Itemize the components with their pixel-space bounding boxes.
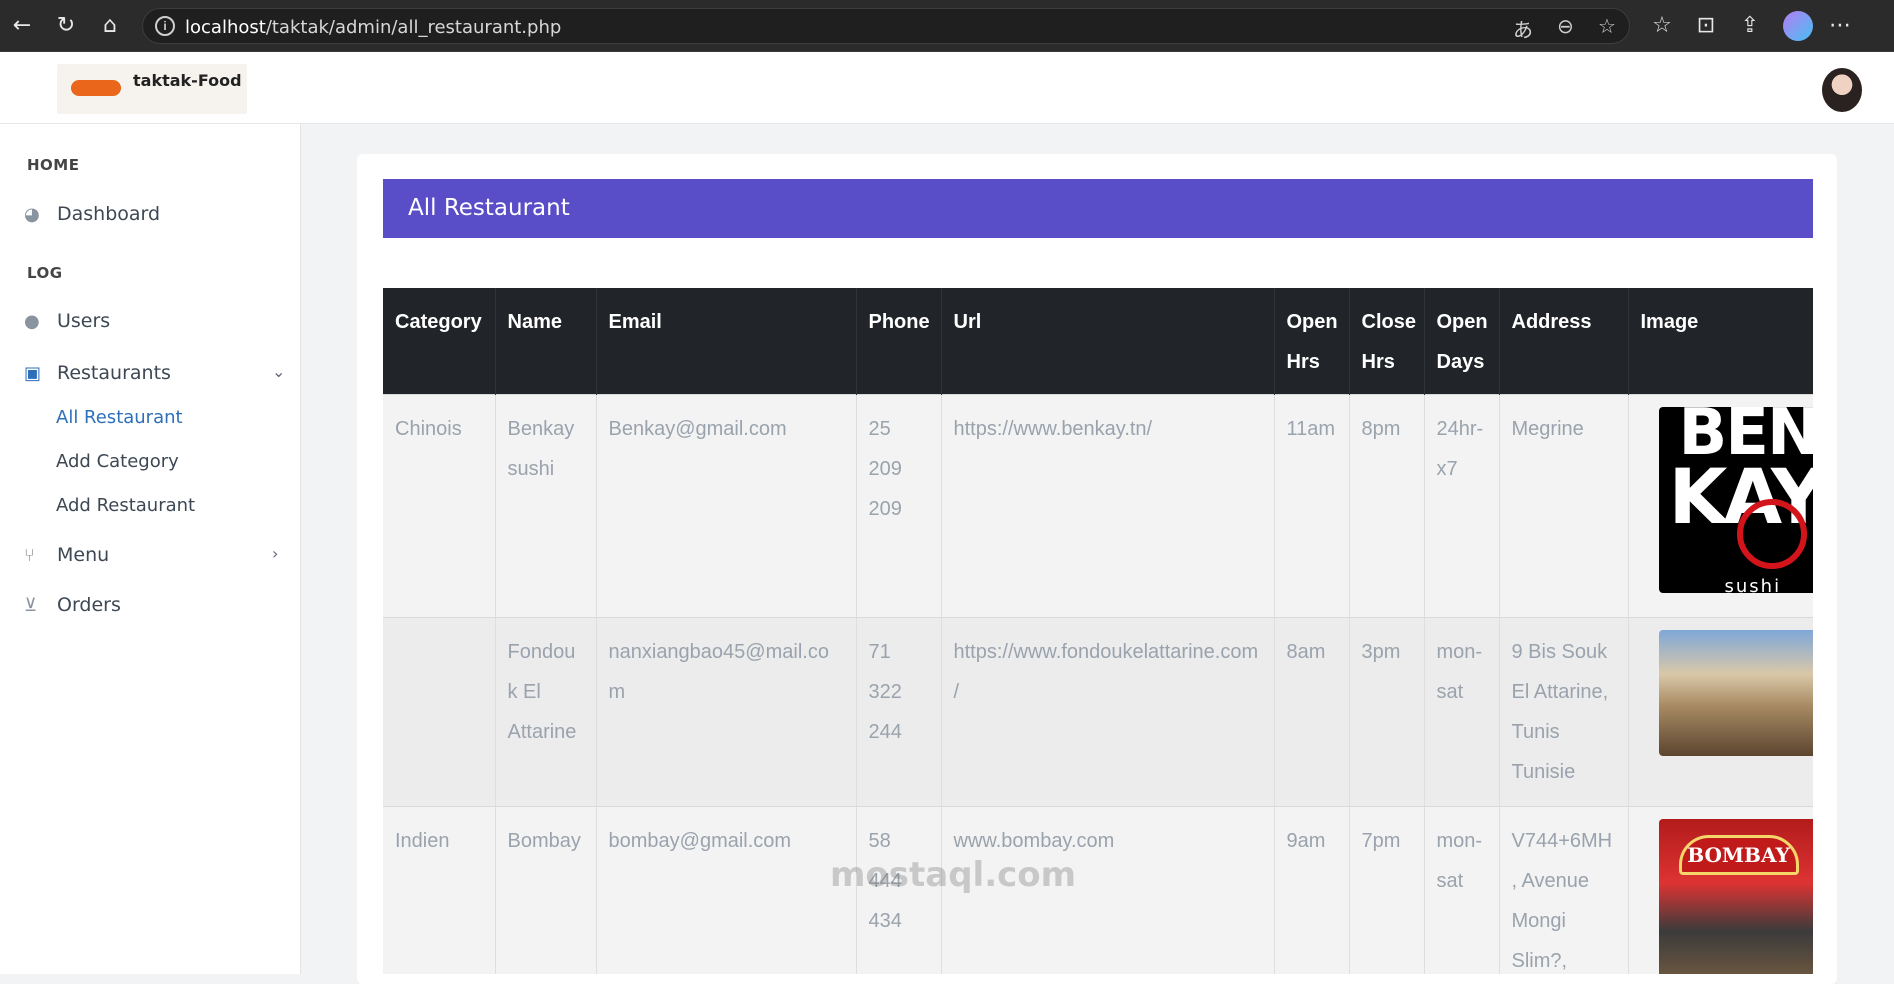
sidebar-item-label: Restaurants (57, 362, 171, 384)
archive-icon: ▣ (24, 363, 42, 384)
table-row[interactable]: Fondouk El Attarine nanxiangbao45@mail.c… (383, 617, 1813, 807)
column-header: Address (1499, 288, 1629, 395)
screenshot-icon[interactable]: ⊡ (1692, 12, 1720, 40)
column-header: Phone (856, 288, 942, 395)
share-icon[interactable]: ⇪ (1736, 12, 1764, 40)
logo-text-sushi: sushi (1724, 576, 1782, 593)
sidebar-item-orders[interactable]: ⊻ Orders (0, 585, 300, 625)
table-row[interactable]: Chinois Benkay sushi Benkay@gmail.com 25… (383, 394, 1814, 618)
sidebar-item-label: Orders (57, 594, 121, 616)
sidebar-item-users[interactable]: ● Users (0, 301, 300, 341)
cell-name: Fondouk El Attarine (495, 617, 597, 807)
sidebar-subitem-add-category[interactable]: Add Category (56, 451, 179, 472)
cell-close-hrs: 8pm (1349, 394, 1425, 618)
cell-address: 9 Bis Souk El Attarine, Tunis Tunisie (1499, 617, 1629, 807)
utensils-icon: ⑂ (24, 545, 35, 566)
refresh-icon[interactable]: ↻ (52, 12, 80, 40)
cell-open-hrs: 11am (1274, 394, 1350, 618)
chevron-right-icon[interactable]: › (272, 544, 278, 563)
cell-url: https://www.benkay.tn/ (941, 394, 1275, 618)
cell-category (383, 617, 496, 807)
logo-text-bombay: BOMBAY (1678, 835, 1799, 875)
column-header: Url (941, 288, 1275, 395)
cell-phone: 71 322 244 (856, 617, 942, 807)
column-header: Name (495, 288, 597, 395)
restaurant-image-fondouk (1658, 630, 1813, 756)
user-avatar[interactable] (1822, 68, 1862, 112)
cell-address: Megrine (1499, 394, 1629, 618)
cell-email: bombay@gmail.com (596, 806, 857, 974)
address-bar[interactable]: i localhost/taktak/admin/all_restaurant.… (142, 8, 1630, 44)
translate-icon[interactable]: あ (1513, 14, 1533, 43)
sidebar-item-restaurants[interactable]: ▣ Restaurants ⌄ (0, 353, 300, 393)
column-header: Close Hrs (1349, 288, 1425, 395)
url-text[interactable]: localhost/taktak/admin/all_restaurant.ph… (185, 17, 561, 38)
logo-text: taktak-Food (133, 71, 242, 90)
sidebar-item-label: Menu (57, 544, 110, 566)
cell-close-hrs: 3pm (1349, 617, 1425, 807)
restaurant-table-wrapper[interactable]: Category Name Email Phone Url Open Hrs C… (383, 288, 1813, 974)
cell-image (1628, 617, 1813, 807)
cell-open-days: mon-sat (1424, 806, 1500, 974)
cell-address: V744+6MH, Avenue Mongi Slim?, (1499, 806, 1629, 974)
table-header-row: Category Name Email Phone Url Open Hrs C… (383, 288, 1813, 395)
column-header: Open Days (1424, 288, 1500, 395)
cell-name: Benkay sushi (495, 394, 597, 618)
sidebar: HOME ◕ Dashboard LOG ● Users ▣ Restauran… (0, 124, 301, 974)
section-label-home: HOME (27, 156, 80, 174)
brand-logo[interactable]: taktak-Food (57, 64, 247, 114)
favorites-icon[interactable]: ☆ (1648, 12, 1676, 40)
sidebar-item-label: Users (57, 310, 111, 332)
cell-category: Chinois (383, 394, 496, 618)
cell-image: BOMBAY (1628, 806, 1813, 974)
logo-ring-icon (1736, 499, 1807, 569)
cell-name: Bombay (495, 806, 597, 974)
card-title: All Restaurant (383, 179, 1813, 238)
logo-mark-icon (71, 80, 121, 96)
cart-icon: ⊻ (24, 595, 38, 616)
section-label-log: LOG (27, 264, 63, 282)
logo-text-ben: BEN (1678, 407, 1814, 470)
cell-email: Benkay@gmail.com (596, 394, 857, 618)
info-icon[interactable]: i (155, 16, 175, 36)
cell-close-hrs: 7pm (1349, 806, 1425, 974)
column-header: Image (1628, 288, 1813, 395)
user-icon: ● (24, 311, 40, 332)
column-header: Open Hrs (1274, 288, 1350, 395)
more-tools-icon[interactable]: ⊖ (1557, 14, 1574, 38)
watermark: mostaql.com (830, 855, 1077, 895)
sidebar-subitem-add-restaurant[interactable]: Add Restaurant (56, 495, 195, 516)
cell-open-hrs: 8am (1274, 617, 1350, 807)
sidebar-item-label: Dashboard (57, 203, 161, 225)
browser-toolbar: ← ↻ ⌂ i localhost/taktak/admin/all_resta… (0, 0, 1894, 52)
cell-open-hrs: 9am (1274, 806, 1350, 974)
cell-category: Indien (383, 806, 496, 974)
sidebar-subitem-all-restaurant[interactable]: All Restaurant (56, 407, 183, 428)
cell-phone: 25 209 209 (856, 394, 942, 618)
favorite-star-icon[interactable]: ☆ (1598, 14, 1616, 38)
back-icon[interactable]: ← (8, 12, 36, 40)
cell-open-days: 24hr-x7 (1424, 394, 1500, 618)
column-header: Category (383, 288, 496, 395)
chevron-down-icon[interactable]: ⌄ (272, 362, 285, 381)
restaurant-image-bombay: BOMBAY (1658, 819, 1813, 974)
home-icon[interactable]: ⌂ (96, 12, 124, 40)
cell-open-days: mon-sat (1424, 617, 1500, 807)
app-topbar: taktak-Food (0, 52, 1894, 124)
dashboard-icon: ◕ (24, 204, 40, 225)
restaurant-image-benkay: BEN KAY sushi (1658, 407, 1814, 593)
menu-dots-icon[interactable]: ⋯ (1826, 12, 1854, 40)
sidebar-item-dashboard[interactable]: ◕ Dashboard (0, 194, 300, 234)
cell-image: BEN KAY sushi (1628, 394, 1814, 618)
cell-url: https://www.fondoukelattarine.com/ (941, 617, 1275, 807)
sidebar-item-menu[interactable]: ⑂ Menu › (0, 535, 300, 575)
cell-email: nanxiangbao45@mail.com (596, 617, 857, 807)
restaurant-table: Category Name Email Phone Url Open Hrs C… (383, 288, 1813, 974)
browser-profile-avatar[interactable] (1783, 11, 1813, 41)
table-row[interactable]: Indien Bombay bombay@gmail.com 58 444 43… (383, 806, 1813, 974)
column-header: Email (596, 288, 857, 395)
